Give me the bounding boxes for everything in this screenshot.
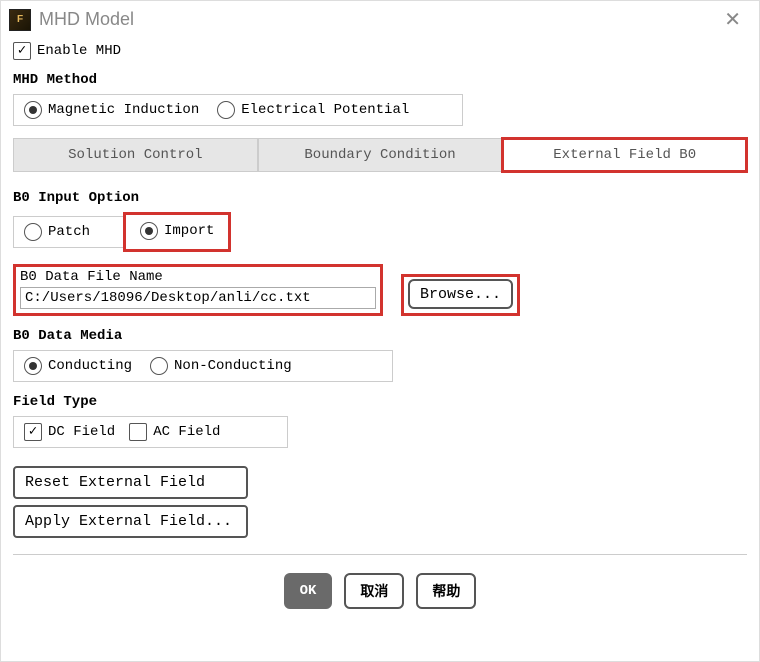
footer-buttons: OK 取消 帮助 [13,565,747,623]
file-path-input[interactable] [20,287,376,309]
b0-media-heading: B0 Data Media [13,328,747,344]
cancel-button[interactable]: 取消 [344,573,404,609]
titlebar: F MHD Model ✕ [1,1,759,38]
file-block-highlight: B0 Data File Name [13,264,383,316]
radio-label: Electrical Potential [241,102,409,118]
radio-conducting[interactable]: Conducting [24,357,132,375]
radio-icon[interactable] [140,222,158,240]
radio-import[interactable]: Import [130,222,224,240]
import-highlight: Import [123,212,231,252]
b0-input-heading: B0 Input Option [13,190,747,206]
help-button[interactable]: 帮助 [416,573,476,609]
checkbox-icon[interactable] [129,423,147,441]
enable-mhd-label: Enable MHD [37,43,121,59]
b0-input-group-patch: Patch [13,216,123,248]
file-row: B0 Data File Name Browse... [13,264,747,316]
radio-non-conducting[interactable]: Non-Conducting [150,357,292,375]
window-title: MHD Model [39,9,134,30]
tab-solution-control[interactable]: Solution Control [13,138,258,172]
separator [13,554,747,555]
mhd-method-heading: MHD Method [13,72,747,88]
radio-icon[interactable] [24,101,42,119]
radio-icon[interactable] [24,223,42,241]
radio-label: Patch [48,224,90,240]
enable-mhd-row[interactable]: ✓ Enable MHD [13,42,747,60]
tab-bar: Solution Control Boundary Condition Exte… [13,138,747,172]
file-label: B0 Data File Name [20,269,376,285]
dialog-window: F MHD Model ✕ ✓ Enable MHD MHD Method Ma… [0,0,760,662]
apply-external-field-button[interactable]: Apply External Field... [13,505,248,538]
radio-icon[interactable] [150,357,168,375]
checkbox-label: DC Field [48,424,115,440]
radio-magnetic-induction[interactable]: Magnetic Induction [24,101,199,119]
radio-patch[interactable]: Patch [24,223,90,241]
field-type-group: ✓ DC Field AC Field [13,416,288,448]
close-icon[interactable]: ✕ [718,7,747,32]
checkbox-icon[interactable]: ✓ [24,423,42,441]
field-type-heading: Field Type [13,394,747,410]
radio-label: Non-Conducting [174,358,292,374]
browse-highlight: Browse... [401,274,520,316]
reset-external-field-button[interactable]: Reset External Field [13,466,248,499]
enable-mhd-checkbox[interactable]: ✓ [13,42,31,60]
radio-electrical-potential[interactable]: Electrical Potential [217,101,409,119]
tab-external-field-b0[interactable]: External Field B0 [502,138,747,172]
tab-boundary-condition[interactable]: Boundary Condition [258,138,503,172]
radio-label: Conducting [48,358,132,374]
checkbox-dc-field[interactable]: ✓ DC Field [24,423,115,441]
radio-label: Magnetic Induction [48,102,199,118]
browse-button[interactable]: Browse... [408,279,513,309]
radio-label: Import [164,223,214,239]
radio-icon[interactable] [24,357,42,375]
app-icon: F [9,9,31,31]
content-area: ✓ Enable MHD MHD Method Magnetic Inducti… [1,38,759,661]
checkbox-ac-field[interactable]: AC Field [129,423,220,441]
radio-icon[interactable] [217,101,235,119]
mhd-method-group: Magnetic Induction Electrical Potential [13,94,463,126]
b0-media-group: Conducting Non-Conducting [13,350,393,382]
ok-button[interactable]: OK [284,573,333,609]
checkbox-label: AC Field [153,424,220,440]
